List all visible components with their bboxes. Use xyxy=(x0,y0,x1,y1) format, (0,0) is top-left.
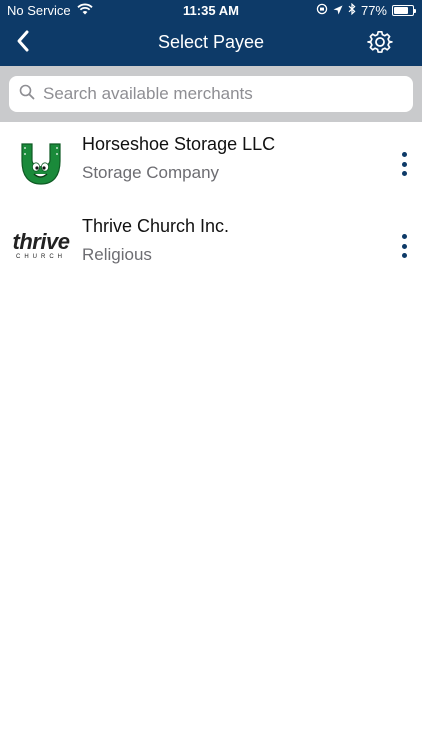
more-options-button[interactable] xyxy=(396,231,412,261)
more-dot xyxy=(401,152,407,157)
status-right: 77% xyxy=(316,2,416,18)
navbar: Select Payee xyxy=(0,22,422,66)
more-dot xyxy=(401,243,407,249)
horseshoe-logo xyxy=(11,133,71,193)
page-title: Select Payee xyxy=(157,32,265,52)
more-options-button[interactable] xyxy=(396,149,412,179)
battery-icon xyxy=(392,5,416,16)
location-icon xyxy=(333,3,343,18)
merchant-item-horseshoe-storage[interactable]: Horseshoe Storage LLC Storage Company xyxy=(0,122,422,204)
header: No Service 11:35 AM 77% Select Payee xyxy=(0,0,422,66)
merchant-name: Thrive Church Inc. xyxy=(82,216,230,236)
merchant-name: Horseshoe Storage LLC xyxy=(82,134,276,154)
bluetooth-icon xyxy=(348,2,356,18)
more-dot xyxy=(401,161,407,167)
more-dot xyxy=(401,234,407,239)
thrive-logo-subtext: CHURCH xyxy=(15,253,66,260)
battery-percent: 77% xyxy=(360,3,387,18)
search-field[interactable] xyxy=(9,76,413,112)
merchant-list: Horseshoe Storage LLC Storage Company th… xyxy=(0,122,422,286)
thrive-logo-text: thrive xyxy=(12,228,70,254)
orientation-lock-icon xyxy=(316,3,328,18)
thrive-logo-mark: thrive CHURCH xyxy=(12,228,70,260)
battery-fill xyxy=(394,7,408,14)
merchant-category: Storage Company xyxy=(82,163,220,182)
merchant-category: Religious xyxy=(82,245,152,264)
search-input[interactable] xyxy=(43,84,403,104)
settings-button[interactable] xyxy=(366,30,394,58)
thrive-church-logo: thrive CHURCH xyxy=(11,215,71,275)
more-dot xyxy=(401,171,407,176)
search-bar xyxy=(0,66,422,122)
search-icon xyxy=(19,84,35,105)
more-dot xyxy=(401,253,407,258)
merchant-item-thrive-church[interactable]: thrive CHURCH Thrive Church Inc. Religio… xyxy=(0,204,422,286)
gear-icon xyxy=(367,29,393,60)
status-bar: No Service 11:35 AM 77% xyxy=(0,0,422,22)
